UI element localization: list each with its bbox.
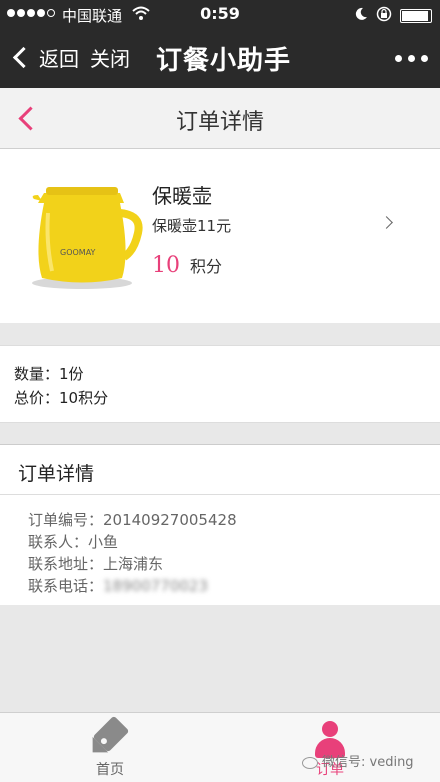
product-description: 保暖壶11元 bbox=[152, 217, 232, 235]
contact-address: 联系地址：上海浦东 bbox=[28, 555, 164, 573]
app-title: 订餐小助手 bbox=[156, 46, 292, 76]
contact-phone: 联系电话：18900770023 bbox=[28, 575, 208, 596]
tab-home[interactable]: 首页 bbox=[50, 713, 170, 782]
product-name: 保暖壶 bbox=[152, 184, 212, 208]
kettle-image: GOOMAY bbox=[24, 173, 144, 293]
phone-value: 18900770023 bbox=[103, 577, 208, 595]
back-button[interactable]: 返回 bbox=[12, 43, 79, 72]
tab-home-label: 首页 bbox=[96, 762, 124, 778]
details-title: 订单详情 bbox=[18, 463, 95, 485]
tag-icon bbox=[92, 715, 130, 753]
tab-bar: 首页 订单 bbox=[0, 712, 440, 782]
product-card[interactable]: GOOMAY bbox=[0, 149, 440, 323]
status-bar: 中国联通 0:59 bbox=[0, 0, 440, 28]
battery-icon bbox=[400, 9, 432, 23]
rotation-lock-icon bbox=[376, 6, 392, 26]
page-header: 订单详情 bbox=[0, 88, 440, 149]
kettle-brand: GOOMAY bbox=[60, 248, 96, 257]
order-summary: 数量：1份 总价：10积分 bbox=[0, 345, 440, 423]
phone-label: 联系电话： bbox=[28, 577, 104, 595]
product-points: 10 积分 bbox=[152, 253, 222, 278]
points-unit: 积分 bbox=[190, 257, 223, 276]
watermark-text: 微信号: veding bbox=[322, 755, 414, 770]
nav-bar: 返回 关闭 订餐小助手 bbox=[0, 28, 440, 88]
back-label: 返回 bbox=[39, 47, 79, 71]
page-title: 订单详情 bbox=[175, 110, 264, 135]
order-number: 订单编号：20140927005428 bbox=[28, 511, 237, 529]
moon-icon bbox=[354, 7, 368, 25]
more-options-icon[interactable] bbox=[395, 55, 428, 62]
watermark: 微信号: veding bbox=[302, 751, 414, 770]
quantity-text: 数量：1份 bbox=[14, 365, 84, 383]
total-text: 总价：10积分 bbox=[14, 389, 109, 407]
contact-name: 联系人：小鱼 bbox=[28, 533, 119, 551]
tab-order[interactable]: 订单 bbox=[270, 713, 390, 782]
points-value: 10 bbox=[152, 253, 180, 278]
chevron-left-icon bbox=[12, 46, 35, 69]
close-button[interactable]: 关闭 bbox=[90, 43, 130, 72]
divider bbox=[0, 494, 440, 495]
order-details-card: 订单详情 订单编号：20140927005428 联系人：小鱼 联系地址：上海浦… bbox=[0, 444, 440, 605]
wechat-icon bbox=[302, 756, 318, 769]
